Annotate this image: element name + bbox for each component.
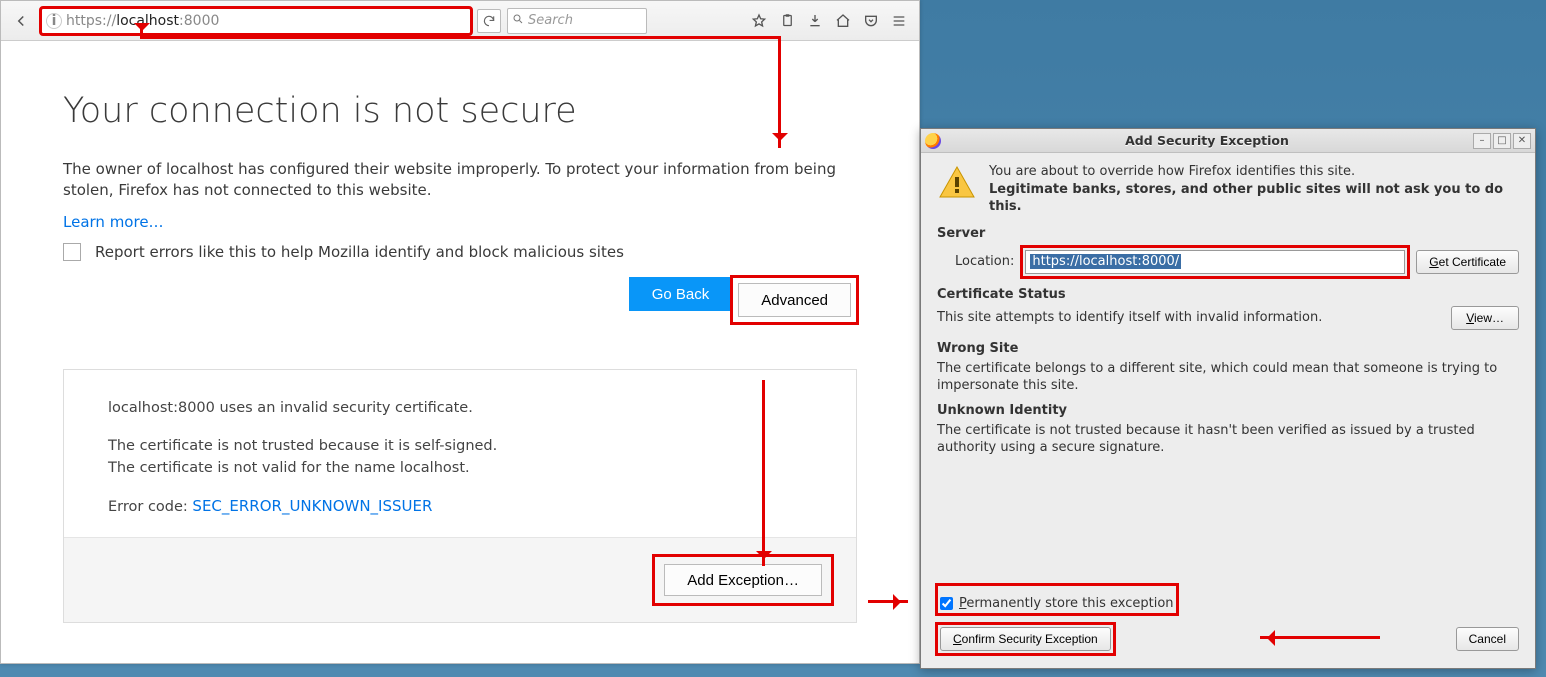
report-checkbox[interactable] xyxy=(63,243,81,261)
location-value: https://localhost:8000/ xyxy=(1030,254,1181,269)
dialog-title: Add Security Exception xyxy=(947,133,1467,148)
cert-status-heading: Certificate Status xyxy=(937,287,1519,302)
annotation-arrow xyxy=(1260,636,1380,639)
wrong-site-text: The certificate belongs to a different s… xyxy=(937,360,1519,395)
button-row: Go Back Advanced xyxy=(63,277,857,323)
clipboard-icon[interactable] xyxy=(773,7,801,35)
pocket-icon[interactable] xyxy=(857,7,885,35)
firefox-window: i https://localhost:8000 Search xyxy=(0,0,920,664)
details-line: The certificate is not trusted because i… xyxy=(108,436,812,458)
minimize-icon[interactable]: – xyxy=(1473,133,1491,149)
permanent-store-row[interactable]: Permanently store this exception xyxy=(940,596,1174,611)
get-certificate-button[interactable]: Get Certificate xyxy=(1416,250,1519,274)
warning-icon xyxy=(937,163,977,207)
search-placeholder: Search xyxy=(528,13,573,28)
annotation-arrow xyxy=(778,36,781,148)
back-button[interactable] xyxy=(7,7,35,35)
firefox-icon xyxy=(925,133,941,149)
details-line: localhost:8000 uses an invalid security … xyxy=(108,398,812,420)
warning-text: You are about to override how Firefox id… xyxy=(989,163,1519,216)
downloads-icon[interactable] xyxy=(801,7,829,35)
learn-more-link[interactable]: Learn more… xyxy=(63,213,164,231)
details-line: The certificate is not valid for the nam… xyxy=(108,458,812,480)
reload-button[interactable] xyxy=(477,9,501,33)
toolbar-right-icons xyxy=(745,7,913,35)
annotation-arrow xyxy=(868,600,908,603)
location-row: Location: https://localhost:8000/ Get Ce… xyxy=(955,247,1519,277)
unknown-identity-heading: Unknown Identity xyxy=(937,403,1519,418)
cert-status-line: This site attempts to identify itself wi… xyxy=(937,310,1322,325)
error-description: The owner of localhost has configured th… xyxy=(63,159,857,201)
advanced-button[interactable]: Advanced xyxy=(738,283,851,317)
go-back-button[interactable]: Go Back xyxy=(629,277,733,311)
url-bar[interactable]: i https://localhost:8000 xyxy=(41,8,471,34)
security-exception-dialog: Add Security Exception – □ ✕ You are abo… xyxy=(920,128,1536,669)
report-label: Report errors like this to help Mozilla … xyxy=(95,243,624,261)
unknown-identity-text: The certificate is not trusted because i… xyxy=(937,422,1519,457)
confirm-exception-button[interactable]: Confirm Security Exception xyxy=(940,627,1111,651)
error-code-link[interactable]: SEC_ERROR_UNKNOWN_ISSUER xyxy=(192,497,432,515)
view-button[interactable]: View… xyxy=(1451,306,1519,330)
report-row: Report errors like this to help Mozilla … xyxy=(63,243,857,261)
annotation-arrow xyxy=(762,380,765,566)
location-input[interactable]: https://localhost:8000/ xyxy=(1025,250,1405,274)
dialog-titlebar[interactable]: Add Security Exception – □ ✕ xyxy=(921,129,1535,153)
server-heading: Server xyxy=(937,226,1519,241)
cancel-button[interactable]: Cancel xyxy=(1456,627,1519,651)
error-code-line: Error code: SEC_ERROR_UNKNOWN_ISSUER xyxy=(108,495,812,519)
advanced-details-panel: localhost:8000 uses an invalid security … xyxy=(63,369,857,623)
url-text: https://localhost:8000 xyxy=(66,13,466,29)
search-bar[interactable]: Search xyxy=(507,8,647,34)
add-exception-button[interactable]: Add Exception… xyxy=(664,564,822,596)
close-icon[interactable]: ✕ xyxy=(1513,133,1531,149)
permanent-store-checkbox[interactable] xyxy=(940,597,953,610)
menu-icon[interactable] xyxy=(885,7,913,35)
wrong-site-heading: Wrong Site xyxy=(937,341,1519,356)
home-icon[interactable] xyxy=(829,7,857,35)
annotation-line xyxy=(140,28,143,38)
bookmark-star-icon[interactable] xyxy=(745,7,773,35)
search-icon xyxy=(512,13,524,29)
page-title: Your connection is not secure xyxy=(63,91,857,131)
maximize-icon[interactable]: □ xyxy=(1493,133,1511,149)
location-label: Location: xyxy=(955,254,1014,269)
annotation-line xyxy=(140,36,780,39)
identity-icon[interactable]: i xyxy=(46,13,62,29)
